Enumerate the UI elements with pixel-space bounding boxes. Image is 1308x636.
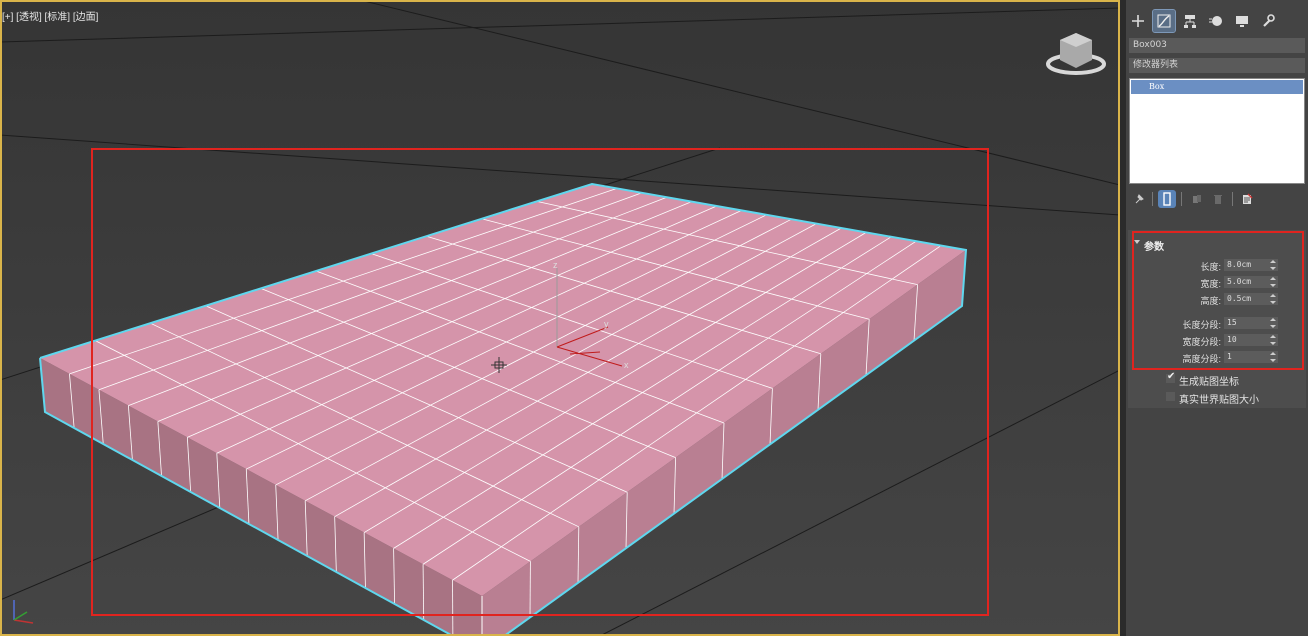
width-segs-label: 宽度分段: <box>1182 337 1221 347</box>
gizmo-y-label: y <box>604 319 609 329</box>
tab-utilities[interactable] <box>1257 10 1279 32</box>
length-label: 长度: <box>1200 262 1221 272</box>
param-width: 宽度: 5.0cm <box>1128 276 1306 290</box>
object-name-field[interactable]: Box003 <box>1129 38 1305 53</box>
real-world-map-checkbox[interactable] <box>1166 392 1175 401</box>
configure-icon <box>1243 193 1253 204</box>
height-label: 高度: <box>1200 296 1221 306</box>
make-unique-icon <box>1193 195 1201 203</box>
wrench-icon <box>1263 14 1275 27</box>
pin-stack-button[interactable] <box>1130 190 1148 208</box>
param-length: 长度: 8.0cm <box>1128 259 1306 273</box>
stack-item-box[interactable]: Box <box>1131 80 1303 94</box>
display-icon <box>1236 16 1248 27</box>
param-height-segs: 高度分段: 1 <box>1128 351 1306 365</box>
toolbar-divider <box>1232 192 1233 206</box>
modify-icon <box>1157 14 1171 28</box>
end-result-icon <box>1163 192 1171 206</box>
perspective-viewport[interactable]: z y x [+] [透视] [标准] [边面] <box>0 0 1120 636</box>
real-world-map-label: 真实世界贴图大小 <box>1179 395 1259 406</box>
grid-line <box>0 7 1120 43</box>
make-unique-button[interactable] <box>1188 190 1206 208</box>
length-segs-spinner[interactable] <box>1270 318 1276 328</box>
gen-map-coords-checkbox[interactable]: ✔ <box>1166 371 1176 383</box>
param-height: 高度: 0.5cm <box>1128 293 1306 307</box>
axis-tripod-x <box>13 619 34 624</box>
tab-hierarchy[interactable] <box>1179 10 1201 32</box>
width-label: 宽度: <box>1200 279 1221 289</box>
toolbar-divider <box>1152 192 1153 206</box>
width-spinner[interactable] <box>1270 277 1276 287</box>
configure-modifier-sets-button[interactable] <box>1238 190 1256 208</box>
height-spinner[interactable] <box>1270 294 1276 304</box>
gizmo-x-label: x <box>624 360 629 370</box>
show-end-result-button[interactable] <box>1158 190 1176 208</box>
modifier-stack[interactable]: Box <box>1129 78 1305 184</box>
motion-icon <box>1209 16 1222 26</box>
rollout-title[interactable]: 参数 <box>1144 238 1164 253</box>
collapse-arrow-icon[interactable] <box>1134 240 1140 244</box>
toolbar-divider <box>1181 192 1182 206</box>
command-panel: Box003 修改器列表 Box 参数 长度: 8.0cm 宽度: 5.0cm <box>1126 0 1308 636</box>
param-length-segs: 长度分段: 15 <box>1128 317 1306 331</box>
tab-display[interactable] <box>1231 10 1253 32</box>
length-spinner[interactable] <box>1270 260 1276 270</box>
gizmo-z-label: z <box>553 260 558 270</box>
hierarchy-icon <box>1184 15 1196 28</box>
gen-map-coords-label: 生成贴图坐标 <box>1179 377 1239 388</box>
parameters-rollout: 参数 长度: 8.0cm 宽度: 5.0cm 高度: 0.5cm 长度分段: 1… <box>1128 230 1306 408</box>
viewport-label[interactable]: [+] [透视] [标准] [边面] <box>2 8 98 23</box>
height-segs-label: 高度分段: <box>1182 354 1221 364</box>
modifier-list-dropdown[interactable]: 修改器列表 <box>1129 58 1305 73</box>
length-segs-label: 长度分段: <box>1182 320 1221 330</box>
tab-create[interactable] <box>1127 10 1149 32</box>
plus-icon <box>1132 15 1144 27</box>
axis-tripod-y <box>13 611 28 621</box>
trash-icon <box>1214 195 1222 204</box>
viewport-scene: z y x <box>0 0 1120 636</box>
grid-line <box>359 0 1120 186</box>
tab-motion[interactable] <box>1205 10 1227 32</box>
tab-modify[interactable] <box>1152 9 1176 33</box>
height-segs-spinner[interactable] <box>1270 352 1276 362</box>
pin-icon <box>1135 194 1144 204</box>
width-segs-spinner[interactable] <box>1270 335 1276 345</box>
command-panel-tabs <box>1126 6 1308 34</box>
param-width-segs: 宽度分段: 10 <box>1128 334 1306 348</box>
remove-modifier-button[interactable] <box>1209 190 1227 208</box>
checkmark-icon: ✔ <box>1167 371 1176 382</box>
